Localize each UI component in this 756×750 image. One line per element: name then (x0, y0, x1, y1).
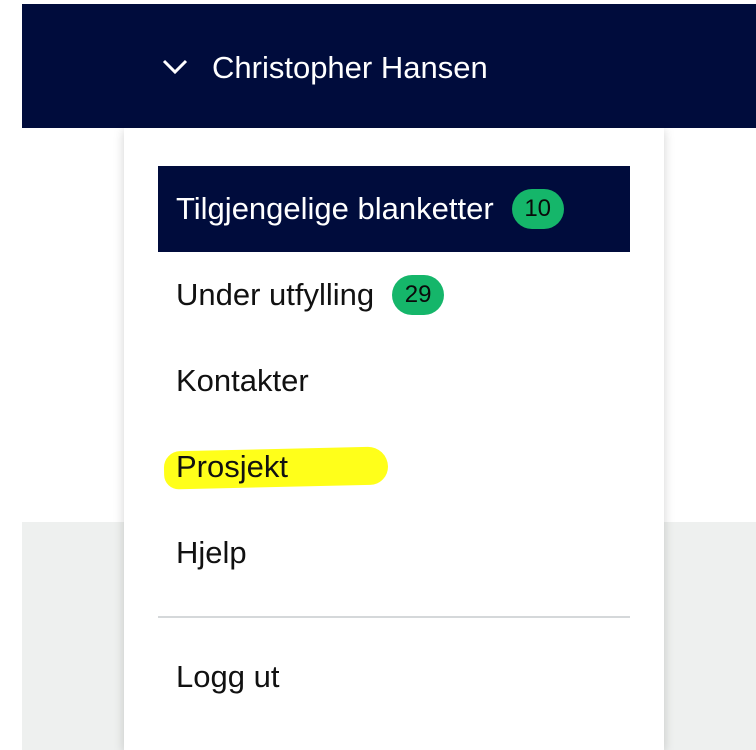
logout-button[interactable]: Logg ut (158, 634, 630, 720)
chevron-down-icon (160, 57, 190, 77)
menu-divider (158, 616, 630, 618)
count-badge: 29 (392, 275, 445, 315)
menu-item-prosjekt[interactable]: Prosjekt (158, 424, 630, 510)
menu-item-label: Prosjekt (176, 449, 288, 484)
page-edge (0, 0, 22, 750)
user-name: Christopher Hansen (212, 49, 488, 85)
user-dropdown-menu: Tilgjengelige blanketter 10 Under utfyll… (124, 128, 664, 750)
menu-item-tilgjengelige-blanketter[interactable]: Tilgjengelige blanketter 10 (158, 166, 630, 252)
top-navigation-bar: Christopher Hansen (22, 4, 756, 128)
menu-item-label: Hjelp (176, 535, 247, 570)
menu-item-label: Under utfylling (176, 277, 375, 312)
menu-item-label: Kontakter (176, 363, 309, 398)
menu-item-kontakter[interactable]: Kontakter (158, 338, 630, 424)
logout-label: Logg ut (176, 659, 280, 694)
user-menu-toggle[interactable]: Christopher Hansen (160, 42, 488, 92)
menu-item-hjelp[interactable]: Hjelp (158, 510, 630, 596)
menu-item-label: Tilgjengelige blanketter (176, 191, 494, 226)
count-badge: 10 (511, 189, 564, 229)
menu-item-under-utfylling[interactable]: Under utfylling 29 (158, 252, 630, 338)
